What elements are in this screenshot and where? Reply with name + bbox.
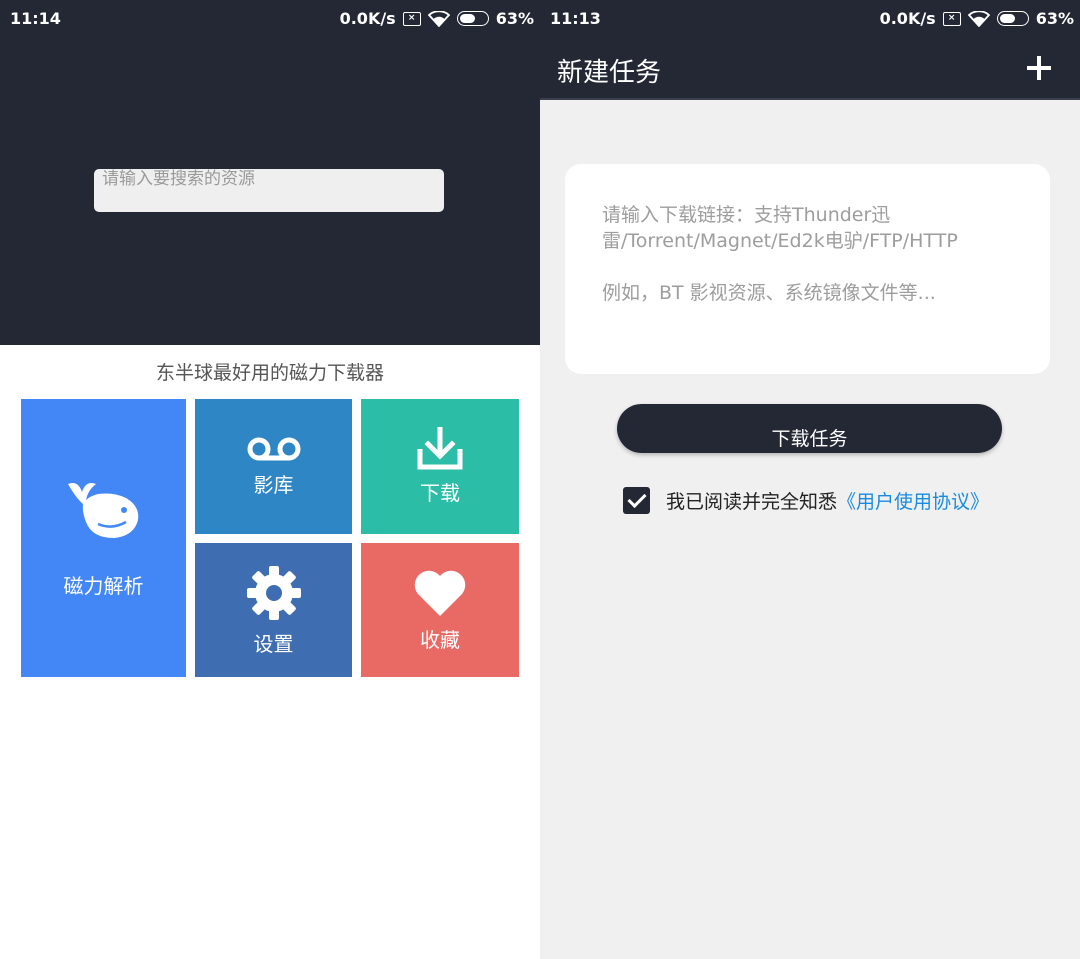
tile-video-library[interactable]: 影库 — [195, 399, 352, 534]
battery-percent: 63% — [495, 9, 534, 28]
tile-label: 收藏 — [420, 627, 460, 652]
status-bar: 11:14 0.0K/s × 63% — [0, 0, 540, 38]
tile-label: 影库 — [253, 473, 294, 497]
heart-icon — [414, 570, 466, 616]
tile-label: 下载 — [420, 481, 460, 505]
agreement-checkbox[interactable] — [623, 487, 650, 514]
appbar: 11:13 0.0K/s × 63% 新建任务 — [540, 0, 1080, 100]
tile-download[interactable]: 下载 — [361, 399, 519, 534]
battery-level — [999, 14, 1015, 23]
status-right: 0.0K/s × 63% — [340, 9, 534, 28]
battery-percent: 63% — [1035, 9, 1074, 28]
status-bar: 11:13 0.0K/s × 63% — [540, 0, 1080, 38]
status-time: 11:13 — [550, 9, 601, 28]
new-task-screen: 11:13 0.0K/s × 63% 新建任务 下载任务 我已阅读并完全知悉《用… — [540, 0, 1080, 959]
tile-magnet-parse[interactable]: 磁力解析 — [21, 399, 186, 677]
download-link-input[interactable] — [602, 202, 1014, 352]
home-screen: 11:14 0.0K/s × 63% 东半球最好用的磁力下载器 磁力解析 — [0, 0, 540, 959]
search-box[interactable] — [94, 169, 444, 212]
battery-icon — [456, 11, 489, 26]
user-agreement-link[interactable]: 《用户使用协议》 — [837, 487, 989, 514]
status-time: 11:14 — [10, 9, 61, 28]
search-input[interactable] — [102, 169, 444, 201]
sim-icon: × — [942, 11, 961, 26]
network-speed: 0.0K/s — [339, 9, 396, 28]
download-task-button[interactable]: 下载任务 — [617, 404, 1002, 453]
battery-icon — [996, 11, 1029, 26]
status-right: 0.0K/s × 63% — [880, 9, 1074, 28]
wifi-icon — [427, 10, 450, 27]
gear-icon — [246, 565, 301, 620]
wifi-icon — [967, 10, 990, 27]
network-speed: 0.0K/s — [879, 9, 936, 28]
link-card — [565, 164, 1050, 374]
sim-icon: × — [402, 11, 421, 26]
tile-settings[interactable]: 设置 — [195, 543, 352, 677]
home-header: 11:14 0.0K/s × 63% — [0, 0, 540, 345]
slogan: 东半球最好用的磁力下载器 — [155, 362, 384, 384]
page-title: 新建任务 — [557, 58, 662, 88]
battery-level — [459, 14, 475, 23]
tile-label: 设置 — [253, 631, 294, 656]
agreement-text: 我已阅读并完全知悉 — [666, 491, 838, 513]
plus-icon[interactable] — [1024, 54, 1054, 84]
agreement-row: 我已阅读并完全知悉 《用户使用协议》 — [623, 487, 989, 514]
voicemail-icon — [247, 437, 300, 461]
download-icon — [417, 427, 463, 470]
tile-label: 磁力解析 — [63, 573, 144, 598]
whale-icon — [67, 482, 138, 538]
tile-favorites[interactable]: 收藏 — [361, 543, 519, 677]
